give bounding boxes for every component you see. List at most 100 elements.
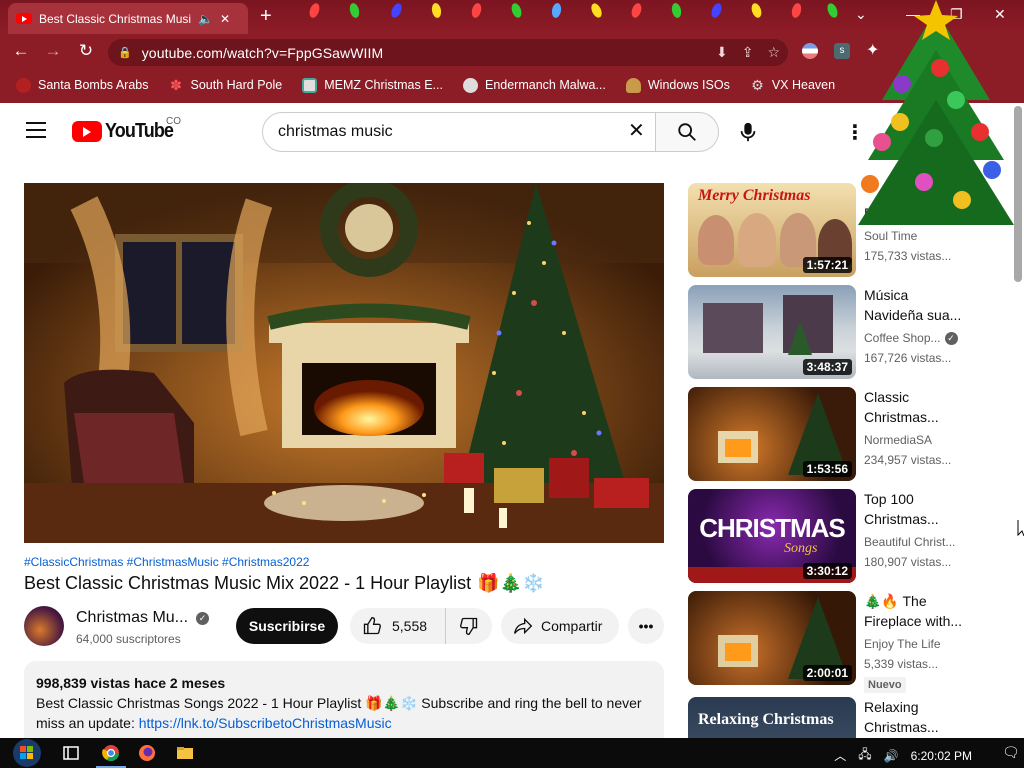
view-count-date: 998,839 vistas hace 2 meses: [36, 675, 226, 691]
related-video-title[interactable]: Relaxing Christmas...: [864, 697, 964, 737]
settings-more-icon[interactable]: ⋮: [845, 120, 865, 145]
related-channel-text: Enjoy The Life: [864, 637, 941, 651]
related-video-item[interactable]: Relaxing Christmas Relaxing Christmas...: [688, 697, 988, 739]
voice-search-button[interactable]: [728, 112, 768, 152]
dislike-button[interactable]: [446, 616, 492, 636]
country-code: CO: [166, 116, 181, 127]
related-channel-name[interactable]: Beautiful Christ...: [864, 535, 955, 549]
start-button[interactable]: [10, 738, 44, 768]
windows-taskbar: ︿ 🖧 🔊 6:20:02 PM 🗨: [0, 738, 1024, 768]
like-count: 5,558: [392, 618, 428, 634]
video-title-emoji: 🎁🎄❄️: [477, 573, 545, 593]
related-video-item[interactable]: CHRISTMAS Songs 3:30:12 Top 100 Christma…: [688, 489, 988, 583]
related-video-item[interactable]: 1:53:56 Classic Christmas... NormediaSA …: [688, 387, 988, 481]
bookmark-santa-bombs[interactable]: Santa Bombs Arabs: [16, 77, 148, 93]
taskbar-clock[interactable]: 6:20:02 PM: [911, 749, 972, 763]
channel-name-text: Christmas Mu...: [76, 609, 189, 626]
extension-flag-icon[interactable]: [802, 43, 818, 59]
bookmark-memz[interactable]: MEMZ Christmas E...: [302, 77, 443, 93]
video-thumbnail[interactable]: Merry Christmas 1:57:21: [688, 183, 856, 277]
related-channel-name[interactable]: NormediaSA: [864, 433, 932, 447]
more-actions-button[interactable]: •••: [628, 608, 664, 644]
file-explorer-icon[interactable]: [176, 744, 194, 762]
search-input[interactable]: [278, 123, 618, 141]
related-video-title[interactable]: Classic Christmas...: [864, 387, 964, 427]
subscribe-button[interactable]: Suscribirse: [236, 608, 338, 644]
forward-button[interactable]: →: [42, 41, 64, 61]
person-icon: [625, 77, 641, 93]
related-video-item[interactable]: Merry Christmas 1:57:21 Dean Ma... Soul …: [688, 183, 988, 277]
menu-hamburger-icon[interactable]: [26, 122, 46, 138]
bookmark-windows-isos[interactable]: Windows ISOs: [625, 77, 730, 93]
share-button[interactable]: Compartir: [501, 608, 619, 644]
related-video-title[interactable]: Dean Ma...: [864, 203, 964, 223]
bookmark-endermanch[interactable]: Endermanch Malwa...: [462, 77, 606, 93]
back-button[interactable]: ←: [10, 41, 32, 61]
chrome-taskbar-icon[interactable]: [102, 744, 120, 762]
thumbs-down-icon: [459, 617, 478, 636]
bookmark-south-hard-pole[interactable]: ✽ South Hard Pole: [168, 77, 282, 93]
lock-icon[interactable]: 🔒: [118, 46, 132, 59]
video-thumbnail[interactable]: CHRISTMAS Songs 3:30:12: [688, 489, 856, 583]
thumb-songs-text: Songs: [784, 541, 818, 556]
fire-image: [725, 643, 751, 661]
reload-button[interactable]: ↻: [75, 41, 97, 61]
related-channel-name[interactable]: Soul Time: [864, 229, 917, 243]
close-window-button[interactable]: ✕: [994, 6, 1006, 23]
tab-close-icon[interactable]: ✕: [220, 12, 230, 26]
related-video-item[interactable]: 3:48:37 Música Navideña sua... Coffee Sh…: [688, 285, 988, 379]
show-hidden-icons-chevron[interactable]: ︿: [834, 747, 846, 764]
bookmark-vx-heaven[interactable]: ⚙ VX Heaven: [750, 77, 835, 93]
related-channel-name[interactable]: Coffee Shop... ✓: [864, 331, 958, 345]
channel-avatar[interactable]: [24, 606, 64, 646]
video-thumbnail[interactable]: 3:48:37: [688, 285, 856, 379]
share-page-icon[interactable]: ⇪: [742, 44, 754, 61]
clear-search-icon[interactable]: ✕: [628, 121, 645, 141]
volume-icon[interactable]: 🔊: [884, 749, 899, 763]
minimize-button[interactable]: —: [906, 6, 920, 22]
extension-s-icon[interactable]: s: [834, 43, 850, 59]
audio-playing-icon[interactable]: 🔈: [198, 12, 213, 26]
light-bulb-decoration: [629, 1, 644, 20]
bookmark-star-icon[interactable]: ☆: [767, 44, 780, 61]
tab-search-chevron-icon[interactable]: ⌄: [855, 6, 867, 23]
description-line-1: Best Classic Christmas Songs 2022 - 1 Ho…: [36, 695, 642, 711]
video-player[interactable]: [24, 183, 664, 543]
search-button[interactable]: [655, 112, 719, 152]
youtube-logo[interactable]: YouTube CO: [72, 116, 181, 143]
video-duration: 1:53:56: [802, 461, 852, 477]
thumb-merry-christmas-text: Merry Christmas: [698, 187, 811, 204]
scrollbar-thumb[interactable]: [1014, 106, 1022, 282]
video-thumbnail[interactable]: 1:53:56: [688, 387, 856, 481]
channel-name[interactable]: Christmas Mu... ✓: [76, 609, 210, 627]
related-channel-text: Beautiful Christ...: [864, 535, 956, 549]
restore-button[interactable]: ❐: [950, 6, 963, 23]
task-view-icon[interactable]: [62, 744, 80, 762]
related-channel-name[interactable]: Enjoy The Life: [864, 637, 941, 651]
light-bulb-decoration: [589, 1, 604, 20]
related-video-title[interactable]: 🎄🔥 The Fireplace with...: [864, 591, 964, 631]
video-hashtags[interactable]: #ClassicChristmas #ChristmasMusic #Chris…: [24, 555, 309, 569]
notification-center-icon[interactable]: 🗨: [1002, 744, 1020, 760]
tab-strip: Best Classic Christmas Music 🔈 ✕ + ⌄ — ❐…: [0, 0, 1024, 34]
network-icon[interactable]: 🖧: [858, 745, 871, 766]
new-tab-button[interactable]: +: [260, 5, 272, 28]
subscriber-count: 64,000 suscriptores: [76, 632, 181, 646]
subscribe-link[interactable]: https://lnk.to/SubscribetoChristmasMusic: [139, 715, 392, 731]
video-title-text: Best Classic Christmas Music Mix 2022 - …: [24, 573, 472, 593]
browser-tab-active[interactable]: Best Classic Christmas Music 🔈 ✕: [8, 3, 248, 34]
related-video-title[interactable]: Top 100 Christmas...: [864, 489, 964, 529]
related-video-title[interactable]: Música Navideña sua...: [864, 285, 964, 325]
address-bar[interactable]: 🔒 youtube.com/watch?v=FppGSawWIIM ⬇ ⇪ ☆: [108, 39, 788, 66]
video-thumbnail[interactable]: Relaxing Christmas: [688, 697, 856, 739]
related-video-item[interactable]: 2:00:01 🎄🔥 The Fireplace with... Enjoy T…: [688, 591, 988, 693]
like-button[interactable]: 5,558: [350, 608, 446, 644]
bookmarks-bar: Santa Bombs Arabs ✽ South Hard Pole MEMZ…: [0, 71, 1024, 99]
install-app-icon[interactable]: ⬇: [716, 44, 728, 61]
related-view-count: 175,733 vistas...: [864, 249, 952, 263]
video-thumbnail[interactable]: 2:00:01: [688, 591, 856, 685]
firefox-taskbar-icon[interactable]: [138, 744, 156, 762]
page-scrollbar[interactable]: [1012, 103, 1024, 738]
extensions-puzzle-icon[interactable]: ✦: [866, 40, 879, 60]
related-view-count: 234,957 vistas...: [864, 453, 952, 467]
